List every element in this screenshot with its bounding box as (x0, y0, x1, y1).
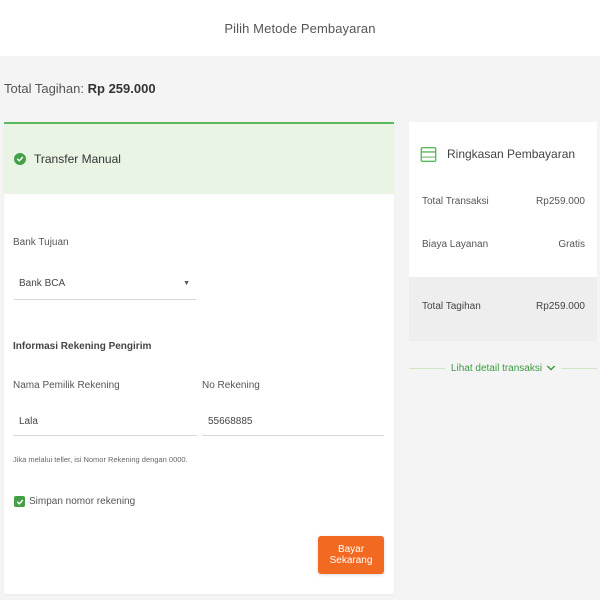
total-bill: Total Tagihan: Rp 259.000 (4, 81, 156, 96)
account-number-input[interactable] (202, 408, 384, 436)
check-circle-icon (14, 153, 26, 165)
summary-row: Total Transaksi Rp 259.000 (409, 192, 597, 212)
payment-method-card: Transfer Manual Bank Tujuan Bank BCA ▼ I… (4, 122, 394, 594)
checkmark-icon (16, 499, 23, 505)
teller-hint: Jika melalui teller, isi Nomor Rekening … (13, 455, 188, 464)
detail-link-label: Lihat detail transaksi (450, 362, 543, 374)
summary-total-currency: Rp (536, 301, 549, 312)
transaction-detail-link[interactable]: Lihat detail transaksi (445, 363, 561, 374)
summary-row-label: Biaya Layanan (422, 239, 489, 250)
summary-total-value: 259.000 (548, 301, 585, 312)
account-number-label: No Rekening (202, 380, 260, 391)
save-account-checkbox[interactable] (14, 496, 25, 507)
total-bill-label: Total Tagihan: (4, 81, 84, 96)
divider (409, 367, 445, 369)
save-account-label[interactable]: Simpan nomor rekening (29, 496, 135, 507)
summary-total-row: Total Tagihan Rp 259.000 (409, 277, 597, 341)
sender-section-title: Informasi Rekening Pengirim (13, 341, 152, 352)
summary-row-value: Gratis (558, 239, 585, 250)
receipt-icon (420, 146, 437, 162)
account-name-input[interactable] (13, 408, 197, 436)
summary-title: Ringkasan Pembayaran (447, 147, 576, 161)
caret-down-icon: ▼ (183, 280, 190, 287)
payment-summary-card: Ringkasan Pembayaran Total Transaksi Rp … (409, 122, 597, 341)
payment-method-label: Transfer Manual (34, 152, 121, 166)
chevron-down-icon (547, 365, 556, 371)
summary-row-label: Total Transaksi (422, 196, 489, 207)
payment-method-option[interactable]: Transfer Manual (4, 122, 394, 194)
page-title: Pilih Metode Pembayaran (224, 20, 376, 36)
transaction-detail-toggle[interactable]: Lihat detail transaksi (409, 360, 598, 376)
bank-label: Bank Tujuan (13, 237, 69, 248)
bank-select-value: Bank BCA (19, 278, 66, 289)
summary-total-label: Total Tagihan (422, 301, 481, 312)
summary-header: Ringkasan Pembayaran (409, 122, 597, 186)
summary-row-value: 259.000 (548, 196, 585, 207)
account-name-label: Nama Pemilik Rekening (13, 380, 120, 391)
summary-row: Biaya Layanan Gratis (409, 235, 597, 255)
divider (561, 367, 598, 369)
page-header: Pilih Metode Pembayaran (0, 0, 600, 56)
pay-now-button[interactable]: Bayar Sekarang (318, 536, 384, 574)
total-bill-amount: Rp 259.000 (87, 81, 156, 96)
bank-select[interactable]: Bank BCA ▼ (14, 270, 196, 300)
summary-row-currency: Rp (536, 196, 549, 207)
